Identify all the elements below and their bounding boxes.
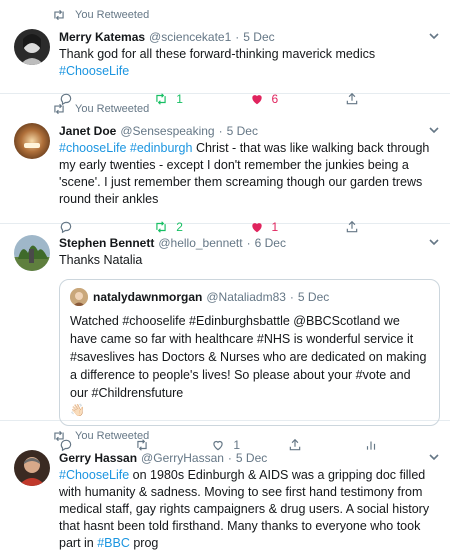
author-name[interactable]: Merry Katemas [59,29,145,45]
chevron-down-icon[interactable] [428,31,440,41]
hashtag-link[interactable]: #ChooseLife [59,64,129,78]
retweet-context: You Retweeted [0,94,450,118]
quoted-tweet-text: Watched #chooselife #Edinburghsbattle @B… [70,314,427,400]
tweet[interactable]: Stephen Bennett @hello_bennett · 6 Dec T… [0,224,450,452]
author-name[interactable]: Gerry Hassan [59,450,137,466]
chevron-down-icon[interactable] [428,452,440,462]
separator-dot: · [246,236,251,250]
separator-dot: · [235,30,240,44]
tweet[interactable]: You Retweeted Janet Doe @Sensespeaking ·… [0,94,450,234]
tweet-date[interactable]: 6 Dec [255,235,286,251]
author-name[interactable]: Stephen Bennett [59,235,154,251]
tweet-date[interactable]: 5 Dec [227,123,258,139]
retweet-label: You Retweeted [75,430,150,442]
avatar[interactable] [14,29,50,65]
retweet-icon [54,103,64,115]
separator-dot: · [218,124,223,138]
avatar [70,288,88,306]
hashtag-link[interactable]: #BBC [97,536,130,550]
retweet-context: You Retweeted [0,421,450,445]
quoted-author-name: natalydawnmorgan [93,290,203,304]
tweet-text: #chooseLife #edinburgh Christ - that was… [59,141,430,206]
tweet-text: Thank god for all these forward-thinking… [59,47,376,78]
quoted-author-handle: @Nataliadm83 [206,290,286,304]
quoted-tweet[interactable]: natalydawnmorgan @Nataliadm83 · 5 Dec Wa… [59,279,440,426]
retweet-label: You Retweeted [75,9,150,21]
separator-dot: · [227,451,232,465]
hashtag-link[interactable]: #chooseLife [59,141,126,155]
avatar[interactable] [14,450,50,486]
waving-hand-emoji: 👋🏻 [70,403,85,417]
tweet-date[interactable]: 5 Dec [236,450,267,466]
avatar[interactable] [14,235,50,271]
tweet-text: #ChooseLife on 1980s Edinburgh & AIDS wa… [59,468,430,550]
author-handle[interactable]: @hello_bennett [158,235,242,251]
retweet-icon [54,9,64,21]
tweet-date[interactable]: 5 Dec [243,29,274,45]
hashtag-link[interactable]: #ChooseLife [59,468,129,482]
tweet[interactable]: You Retweeted Gerry Hassan @GerryHassan … [0,421,450,550]
author-handle[interactable]: @Sensespeaking [120,123,214,139]
retweet-icon [54,430,64,442]
chevron-down-icon[interactable] [428,125,440,135]
quoted-tweet-date: 5 Dec [297,290,330,304]
author-handle[interactable]: @GerryHassan [141,450,224,466]
avatar[interactable] [14,123,50,159]
hashtag-link[interactable]: #edinburgh [130,141,193,155]
timeline: You Retweeted Merry Katemas @sciencekate… [0,0,450,550]
tweet-text: Thanks Natalia [59,253,143,267]
retweet-context: You Retweeted [0,0,450,24]
retweet-label: You Retweeted [75,103,150,115]
chevron-down-icon[interactable] [428,237,440,247]
tweet[interactable]: You Retweeted Merry Katemas @sciencekate… [0,0,450,106]
author-name[interactable]: Janet Doe [59,123,116,139]
author-handle[interactable]: @sciencekate1 [149,29,231,45]
separator-dot: · [289,290,294,304]
